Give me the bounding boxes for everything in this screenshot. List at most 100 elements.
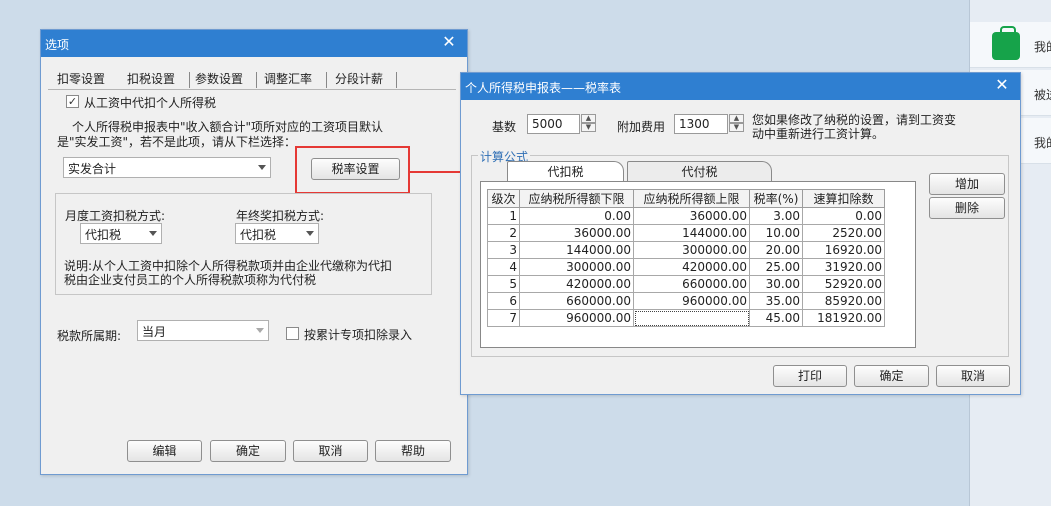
- tab-rounding[interactable]: 扣零设置: [57, 70, 105, 87]
- tax-rate-settings-button[interactable]: 税率设置: [311, 158, 400, 180]
- table-cell[interactable]: 960000.00: [519, 309, 634, 327]
- shopping-bag-icon: [992, 26, 1020, 60]
- table-cell[interactable]: 25.00: [749, 258, 803, 276]
- table-cell[interactable]: 3: [487, 241, 520, 259]
- table-cell[interactable]: 20.00: [749, 241, 803, 259]
- tax-rate-table: 级次 应纳税所得额下限 应纳税所得额上限 税率(%) 速算扣除数 1 0.00 …: [487, 189, 885, 327]
- table-cell[interactable]: 144000.00: [519, 241, 634, 259]
- table-row[interactable]: 2 36000.00 144000.00 10.00 2520.00: [487, 224, 885, 242]
- table-cell[interactable]: 2: [487, 224, 520, 242]
- table-cell[interactable]: 144000.00: [633, 224, 750, 242]
- table-cell[interactable]: 36000.00: [519, 224, 634, 242]
- tab-segmented-pay[interactable]: 分段计薪: [335, 70, 383, 87]
- table-cell[interactable]: 7: [487, 309, 520, 327]
- table-cell[interactable]: 0.00: [519, 207, 634, 225]
- ok-button[interactable]: 确定: [854, 365, 929, 387]
- table-cell[interactable]: 181920.00: [802, 309, 885, 327]
- table-cell[interactable]: 300000.00: [519, 258, 634, 276]
- annual-bonus-label: 年终奖扣税方式:: [236, 209, 325, 223]
- cumulative-deduction-checkbox[interactable]: [286, 327, 299, 340]
- delete-row-button[interactable]: 删除: [929, 197, 1005, 219]
- tab-exchange-rate[interactable]: 调整汇率: [264, 70, 312, 87]
- table-cell[interactable]: 85920.00: [802, 292, 885, 310]
- side-panel-item-label: 我的: [1034, 40, 1051, 54]
- spin-down-icon[interactable]: ▼: [581, 123, 596, 132]
- chevron-down-icon: [149, 231, 157, 236]
- table-cell[interactable]: 420000.00: [519, 275, 634, 293]
- table-cell[interactable]: 16920.00: [802, 241, 885, 259]
- table-cell[interactable]: 35.00: [749, 292, 803, 310]
- table-cell[interactable]: 2520.00: [802, 224, 885, 242]
- tab-tax-settings[interactable]: 扣税设置: [127, 70, 175, 87]
- annual-bonus-select[interactable]: 代扣税: [235, 223, 319, 244]
- table-cell[interactable]: 52920.00: [802, 275, 885, 293]
- spin-up-icon[interactable]: ▲: [729, 114, 744, 123]
- monthly-method-label: 月度工资扣税方式:: [65, 209, 166, 223]
- salary-item-value: 实发合计: [68, 162, 117, 176]
- withhold-tax-checkbox[interactable]: ✓: [66, 95, 79, 108]
- table-cell[interactable]: 300000.00: [633, 241, 750, 259]
- table-cell[interactable]: 4: [487, 258, 520, 276]
- print-button[interactable]: 打印: [773, 365, 847, 387]
- options-dialog-title: 选项: [45, 38, 70, 52]
- column-header: 应纳税所得额上限: [633, 189, 750, 208]
- edit-button[interactable]: 编辑: [127, 440, 202, 462]
- table-cell[interactable]: 36000.00: [633, 207, 750, 225]
- salary-item-select[interactable]: 实发合计: [63, 157, 271, 178]
- tab-params[interactable]: 参数设置: [195, 70, 243, 87]
- extra-fee-input[interactable]: 1300 ▲ ▼: [674, 114, 744, 134]
- column-header: 应纳税所得额下限: [519, 189, 634, 208]
- table-cell[interactable]: 5: [487, 275, 520, 293]
- tax-period-select[interactable]: 当月: [137, 320, 269, 341]
- ok-button[interactable]: 确定: [210, 440, 286, 462]
- tax-period-label: 税款所属期:: [57, 329, 122, 343]
- table-cell[interactable]: 10.00: [749, 224, 803, 242]
- base-amount-input[interactable]: 5000 ▲ ▼: [527, 114, 596, 134]
- table-cell[interactable]: 660000.00: [519, 292, 634, 310]
- annual-bonus-value: 代扣税: [240, 228, 277, 242]
- monthly-method-value: 代扣税: [85, 228, 122, 242]
- table-cell[interactable]: 1: [487, 207, 520, 225]
- table-cell[interactable]: 6: [487, 292, 520, 310]
- tab-panel-border: [48, 89, 456, 90]
- tab-divider: [189, 72, 190, 88]
- table-header-row: 级次 应纳税所得额下限 应纳税所得额上限 税率(%) 速算扣除数: [487, 189, 885, 208]
- close-icon[interactable]: ✕: [441, 33, 457, 51]
- table-cell[interactable]: 420000.00: [633, 258, 750, 276]
- table-row[interactable]: 5 420000.00 660000.00 30.00 52920.00: [487, 275, 885, 293]
- table-cell[interactable]: 960000.00: [633, 292, 750, 310]
- extra-fee-label: 附加费用: [617, 120, 666, 134]
- table-cell[interactable]: 45.00: [749, 309, 803, 327]
- tax-rate-dialog-titlebar: 个人所得税申报表——税率表 ✕: [461, 73, 1020, 100]
- table-row[interactable]: 3 144000.00 300000.00 20.00 16920.00: [487, 241, 885, 259]
- table-cell[interactable]: 31920.00: [802, 258, 885, 276]
- side-panel-item[interactable]: 我的: [970, 22, 1051, 68]
- table-cell[interactable]: 3.00: [749, 207, 803, 225]
- cancel-button[interactable]: 取消: [293, 440, 368, 462]
- table-cell[interactable]: 660000.00: [633, 275, 750, 293]
- table-cell[interactable]: 0.00: [802, 207, 885, 225]
- hint-text: 动中重新进行工资计算。: [752, 127, 885, 141]
- spin-up-icon[interactable]: ▲: [581, 114, 596, 123]
- note-text: 税由企业支付员工的个人所得税款项称为代付税: [64, 273, 317, 287]
- table-row[interactable]: 7 960000.00 45.00 181920.00: [487, 309, 885, 327]
- cancel-button[interactable]: 取消: [936, 365, 1010, 387]
- extra-fee-value: 1300: [679, 117, 710, 131]
- table-cell[interactable]: 30.00: [749, 275, 803, 293]
- table-row[interactable]: 6 660000.00 960000.00 35.00 85920.00: [487, 292, 885, 310]
- tab-divider: [256, 72, 257, 88]
- tab-divider: [326, 72, 327, 88]
- close-icon[interactable]: ✕: [994, 76, 1010, 94]
- tab-paid-tax[interactable]: 代付税: [627, 161, 772, 181]
- monthly-method-select[interactable]: 代扣税: [80, 223, 162, 244]
- tab-withhold-tax[interactable]: 代扣税: [507, 161, 624, 181]
- column-header: 税率(%): [749, 189, 803, 208]
- add-row-button[interactable]: 增加: [929, 173, 1005, 195]
- table-row[interactable]: 1 0.00 36000.00 3.00 0.00: [487, 207, 885, 225]
- spin-down-icon[interactable]: ▼: [729, 123, 744, 132]
- help-button[interactable]: 帮助: [375, 440, 451, 462]
- base-label: 基数: [492, 120, 517, 134]
- table-row[interactable]: 4 300000.00 420000.00 25.00 31920.00: [487, 258, 885, 276]
- table-cell-selected[interactable]: [633, 309, 750, 327]
- chevron-down-icon: [256, 328, 264, 333]
